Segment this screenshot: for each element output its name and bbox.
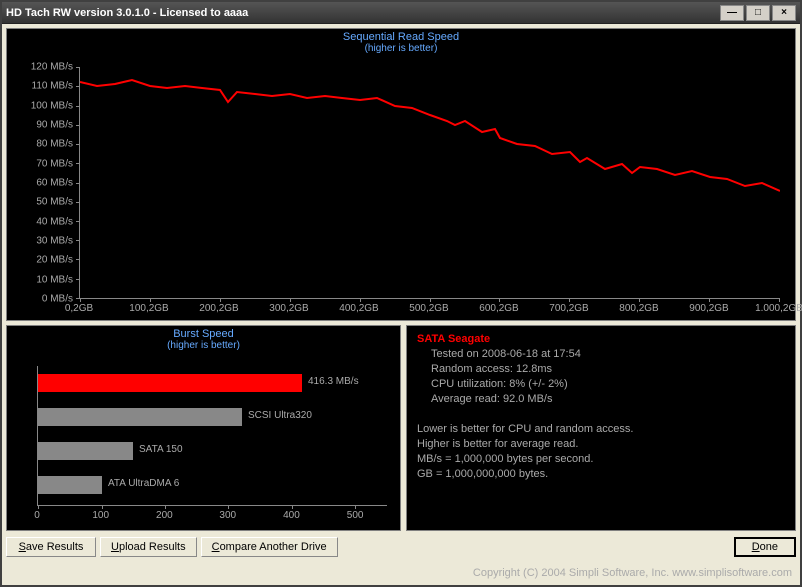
seq-chart-subtitle: (higher is better)	[7, 43, 795, 54]
titlebar[interactable]: HD Tach RW version 3.0.1.0 - Licensed to…	[2, 2, 800, 24]
burst-bar-scsi	[38, 408, 242, 426]
seq-chart-plot-area	[79, 67, 779, 299]
copyright: Copyright (C) 2004 Simpli Software, Inc.…	[473, 566, 792, 581]
info-panel: SATA Seagate Tested on 2008-06-18 at 17:…	[406, 325, 796, 531]
burst-chart-plot-area: 416.3 MB/s SCSI Ultra320 SATA 150 ATA Ul…	[37, 366, 387, 506]
seq-y-axis-labels: 0 MB/s 10 MB/s 20 MB/s 30 MB/s 40 MB/s 5…	[7, 67, 75, 299]
minimize-button[interactable]: —	[720, 5, 744, 21]
seq-line-plot	[80, 67, 780, 299]
seq-chart-title: Sequential Read Speed	[7, 29, 795, 43]
save-results-button[interactable]: Save Results	[6, 537, 96, 557]
drive-name: SATA Seagate	[417, 332, 785, 347]
burst-bar-sata150	[38, 442, 133, 460]
upload-results-button[interactable]: Upload Results	[100, 537, 197, 557]
button-row: Save Results Upload Results Compare Anot…	[6, 531, 796, 557]
info-note1: Lower is better for CPU and random acces…	[417, 422, 785, 437]
burst-bar-this-drive	[38, 374, 302, 392]
compare-drive-button[interactable]: Compare Another Drive	[201, 537, 338, 557]
window-title: HD Tach RW version 3.0.1.0 - Licensed to…	[6, 7, 718, 19]
burst-bar-ata	[38, 476, 102, 494]
info-random: Random access: 12.8ms	[431, 362, 785, 377]
info-note4: GB = 1,000,000,000 bytes.	[417, 467, 785, 482]
done-button[interactable]: Done	[734, 537, 796, 557]
content-area: Sequential Read Speed (higher is better)…	[2, 24, 800, 561]
info-note2: Higher is better for average read.	[417, 437, 785, 452]
info-cpu: CPU utilization: 8% (+/- 2%)	[431, 377, 785, 392]
burst-chart-subtitle: (higher is better)	[7, 340, 400, 351]
info-note3: MB/s = 1,000,000 bytes per second.	[417, 452, 785, 467]
info-tested: Tested on 2008-06-18 at 17:54	[431, 347, 785, 362]
maximize-button[interactable]: □	[746, 5, 770, 21]
burst-chart-panel: Burst Speed (higher is better) 416.3 MB/…	[6, 325, 401, 531]
burst-chart-title: Burst Speed	[7, 326, 400, 340]
sequential-chart-panel: Sequential Read Speed (higher is better)…	[6, 28, 796, 321]
info-avgread: Average read: 92.0 MB/s	[431, 392, 785, 407]
app-window: HD Tach RW version 3.0.1.0 - Licensed to…	[0, 0, 802, 587]
close-button[interactable]: ×	[772, 5, 796, 21]
